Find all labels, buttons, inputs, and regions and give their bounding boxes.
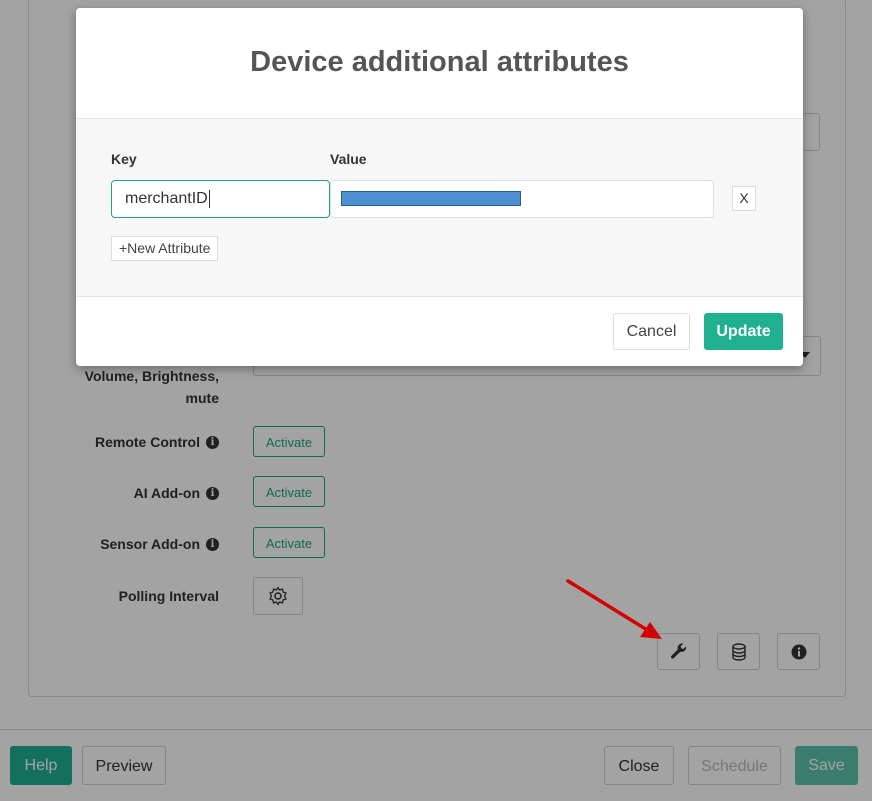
attribute-key-value: merchantID: [125, 190, 208, 207]
attribute-value-input[interactable]: [330, 180, 714, 218]
modal-title: Device additional attributes: [250, 45, 629, 78]
cancel-button[interactable]: Cancel: [613, 313, 690, 350]
key-column-header: Key: [111, 151, 137, 167]
attributes-modal: Device additional attributes Key Value m…: [76, 8, 803, 366]
remove-attribute-button[interactable]: X: [732, 186, 756, 211]
value-column-header: Value: [330, 151, 367, 167]
modal-header: Device additional attributes: [76, 8, 803, 119]
redacted-value: [341, 191, 521, 206]
annotation-arrow: [566, 579, 662, 639]
text-caret: [208, 189, 210, 208]
attribute-key-input[interactable]: merchantID: [111, 180, 330, 218]
new-attribute-button[interactable]: +New Attribute: [111, 236, 219, 261]
update-button[interactable]: Update: [704, 313, 783, 350]
